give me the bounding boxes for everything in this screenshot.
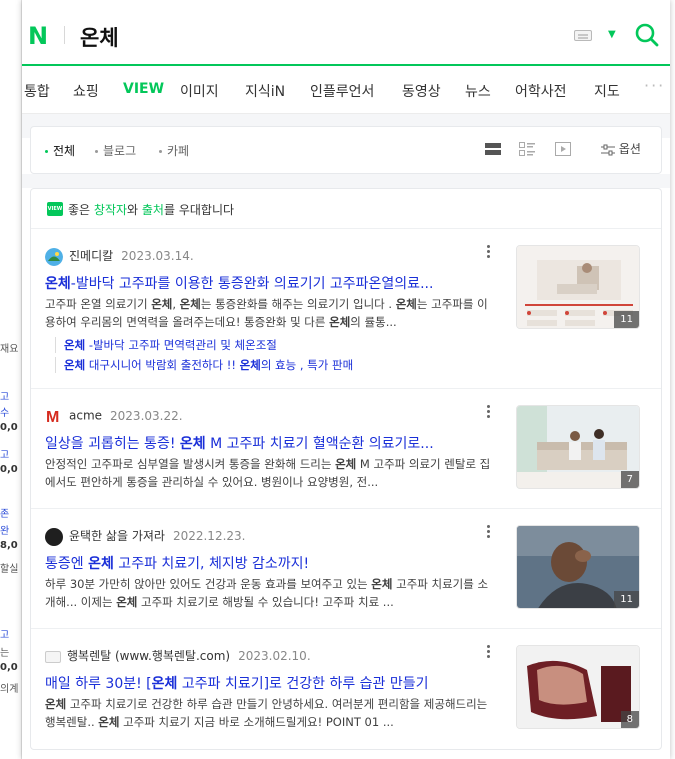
- filter-bar: 전체 블로그 카페 옵션: [30, 126, 662, 174]
- result-thumbnail[interactable]: 7: [516, 405, 640, 489]
- result-source[interactable]: M acme 2023.03.22.: [45, 407, 183, 425]
- filter-all-label: 전체: [53, 144, 76, 158]
- bg-fragment: 의계: [0, 684, 19, 695]
- list-item: M acme 2023.03.22. 일상을 괴롭히는 통증! 온체 M 고주파 …: [31, 389, 661, 509]
- result-description: 안정적인 고주파로 심부열을 발생시켜 통증을 완화해 드리는 온체 M 고주파…: [45, 457, 491, 489]
- bg-fragment: 완: [0, 526, 10, 537]
- result-description: 고주파 온열 의료기기 온체, 온체는 통증완화를 해주는 의료기기 입니다 .…: [45, 297, 488, 329]
- result-title[interactable]: 온체-발바닥 고주파를 이용한 통증완화 의료기기 고주파온열의료...: [45, 273, 495, 293]
- result-description: 하루 30분 가만히 앉아만 있어도 건강과 운동 효과를 보여주고 있는 온체…: [45, 577, 489, 609]
- result-description: 온체 고주파 치료기로 건강한 하루 습관 만들기 안녕하세요. 여러분게 편리…: [45, 697, 488, 729]
- tab-shopping[interactable]: 쇼핑: [73, 81, 99, 101]
- bg-fragment: 고: [0, 630, 10, 641]
- post-date: 2023.03.14.: [121, 249, 194, 263]
- search-header: N 온체 ▼: [22, 0, 670, 66]
- acme-logo-icon: M: [45, 407, 63, 425]
- more-options-icon[interactable]: [487, 405, 491, 419]
- source-name: acme: [69, 408, 103, 423]
- filter-all[interactable]: 전체: [45, 142, 75, 159]
- tab-integrated[interactable]: 통합: [24, 81, 50, 101]
- result-source[interactable]: 행복렌탈 (www.행복렌탈.com) 2023.02.10.: [45, 647, 311, 664]
- sliders-icon: [601, 144, 615, 155]
- tab-view[interactable]: VIEW: [123, 81, 164, 97]
- image-count: 7: [620, 471, 639, 488]
- image-count: 8: [620, 711, 639, 728]
- naver-logo[interactable]: N: [28, 22, 48, 50]
- post-date: 2023.03.22.: [110, 408, 183, 423]
- more-options-icon[interactable]: [487, 245, 491, 259]
- list-item: 행복렌탈 (www.행복렌탈.com) 2023.02.10. 매일 하루 30분…: [31, 629, 661, 749]
- more-tabs-icon[interactable]: ···: [644, 76, 665, 95]
- search-results-panel: N 온체 ▼ 통합 쇼핑 VIEW 이미지 지식iN 인플루언서 동영상 뉴스 …: [22, 0, 670, 759]
- options-button[interactable]: 옵션: [601, 140, 641, 157]
- bg-fragment: 수: [0, 408, 10, 419]
- view-badge-icon: VIEW: [47, 202, 63, 216]
- sub-link[interactable]: 온체 -발바닥 고주파 면역력관리 및 체온조절: [55, 337, 277, 353]
- result-title[interactable]: 일상을 괴롭히는 통증! 온체 M 고주파 치료기 혈액순환 의료기로...: [45, 433, 495, 453]
- tab-influencer[interactable]: 인플루언서: [310, 81, 374, 101]
- bg-fragment: 존: [0, 509, 10, 520]
- options-label: 옵션: [618, 142, 641, 156]
- more-options-icon[interactable]: [487, 525, 491, 539]
- result-source[interactable]: 진메디칼 2023.03.14.: [45, 247, 194, 266]
- profile-avatar-icon: [45, 527, 63, 546]
- notice-text: 좋은 창작자와 출처를 우대합니다: [68, 203, 235, 217]
- list-view-icon[interactable]: [485, 142, 501, 156]
- result-thumbnail[interactable]: 11: [516, 525, 640, 609]
- source-name: 행복렌탈 (www.행복렌탈.com): [67, 649, 231, 663]
- search-icon[interactable]: [634, 22, 660, 48]
- bg-fragment: 0,0: [0, 662, 18, 673]
- view-notice: VIEW 좋은 창작자와 출처를 우대합니다: [31, 189, 661, 229]
- result-thumbnail[interactable]: 8: [516, 645, 640, 729]
- filter-cafe[interactable]: 카페: [159, 142, 189, 159]
- keyboard-icon[interactable]: [574, 30, 592, 41]
- svg-text:M: M: [46, 409, 59, 425]
- post-date: 2023.02.10.: [238, 649, 311, 663]
- caret-down-icon[interactable]: ▼: [608, 29, 616, 40]
- filter-blog[interactable]: 블로그: [95, 142, 136, 159]
- more-options-icon[interactable]: [487, 645, 491, 659]
- category-tabs: 통합 쇼핑 VIEW 이미지 지식iN 인플루언서 동영상 뉴스 어학사전 지도…: [22, 66, 670, 114]
- image-count: 11: [614, 311, 639, 328]
- tab-knowledge-in[interactable]: 지식iN: [245, 81, 285, 101]
- search-query[interactable]: 온체: [80, 22, 119, 52]
- result-source[interactable]: 윤택한 삶을 가져라 2022.12.23.: [45, 527, 245, 546]
- grid-view-icon[interactable]: [519, 142, 535, 156]
- spacer: [22, 174, 670, 188]
- filter-blog-label: 블로그: [103, 144, 137, 158]
- list-item: 진메디칼 2023.03.14. 온체-발바닥 고주파를 이용한 통증완화 의료기…: [31, 229, 661, 389]
- list-item: 윤택한 삶을 가져라 2022.12.23. 통증엔 온체 고주파 치료기, 체지…: [31, 509, 661, 629]
- bg-fragment: 0,0: [0, 464, 18, 475]
- bg-fragment: 고: [0, 392, 10, 403]
- results-list: VIEW 좋은 창작자와 출처를 우대합니다 진메디칼 2023.03.14. 온…: [30, 188, 662, 750]
- bg-fragment: 8,0: [0, 540, 18, 551]
- source-name: 윤택한 삶을 가져라: [69, 529, 165, 543]
- tab-dictionary[interactable]: 어학사전: [515, 81, 567, 101]
- result-thumbnail[interactable]: 11: [516, 245, 640, 329]
- divider: [64, 26, 65, 44]
- sub-link[interactable]: 온체 대구시니어 박람회 출전하다 !! 온체의 효능 , 특가 판매: [55, 357, 353, 373]
- result-title[interactable]: 매일 하루 30분! [온체 고주파 치료기]로 건강한 하루 습관 만들기: [45, 673, 495, 693]
- bg-fragment: 는: [0, 648, 10, 659]
- filter-cafe-label: 카페: [167, 144, 190, 158]
- bg-fragment: 재요: [0, 344, 19, 355]
- profile-avatar-icon: [45, 247, 63, 266]
- image-count: 11: [614, 591, 639, 608]
- tab-map[interactable]: 지도: [594, 81, 620, 101]
- video-view-icon[interactable]: [555, 142, 571, 156]
- bg-fragment: 0,0: [0, 422, 18, 433]
- tab-news[interactable]: 뉴스: [465, 81, 491, 101]
- source-name: 진메디칼: [69, 249, 114, 263]
- result-title[interactable]: 통증엔 온체 고주파 치료기, 체지방 감소까지!: [45, 553, 495, 573]
- tab-video[interactable]: 동영상: [402, 81, 441, 101]
- profile-avatar-icon: [45, 650, 61, 663]
- bg-fragment: 할실: [0, 564, 19, 575]
- tab-images[interactable]: 이미지: [180, 81, 219, 101]
- background-window: 재요 고 수 0,0 고 0,0 존 완 8,0 할실 고 는 0,0 의계: [0, 0, 22, 759]
- post-date: 2022.12.23.: [172, 529, 246, 543]
- bg-fragment: 고: [0, 450, 10, 461]
